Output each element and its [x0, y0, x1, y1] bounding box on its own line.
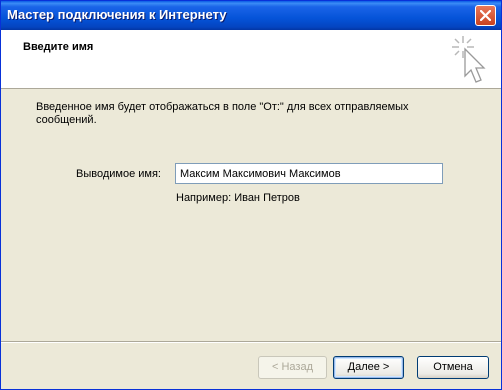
instruction-text: Введенное имя будет отображаться в поле …	[36, 101, 409, 126]
display-name-input[interactable]	[175, 163, 443, 184]
title-bar[interactable]: Мастер подключения к Интернету	[1, 1, 501, 30]
next-button[interactable]: Далее >	[333, 356, 404, 379]
close-button[interactable]	[475, 5, 496, 26]
wizard-sparkle-cursor-icon	[452, 36, 486, 83]
example-text: Например: Иван Петров	[176, 192, 300, 204]
cancel-button[interactable]: Отмена	[417, 356, 489, 379]
button-divider	[1, 341, 501, 343]
display-name-label: Выводимое имя:	[76, 168, 161, 180]
back-button[interactable]: < Назад	[258, 356, 327, 379]
page-title: Введите имя	[23, 41, 94, 53]
wizard-window: Мастер подключения к Интернету Введите и…	[0, 0, 502, 390]
wizard-header: Введите имя	[1, 30, 501, 89]
close-icon	[480, 10, 491, 21]
window-title: Мастер подключения к Интернету	[7, 7, 227, 22]
